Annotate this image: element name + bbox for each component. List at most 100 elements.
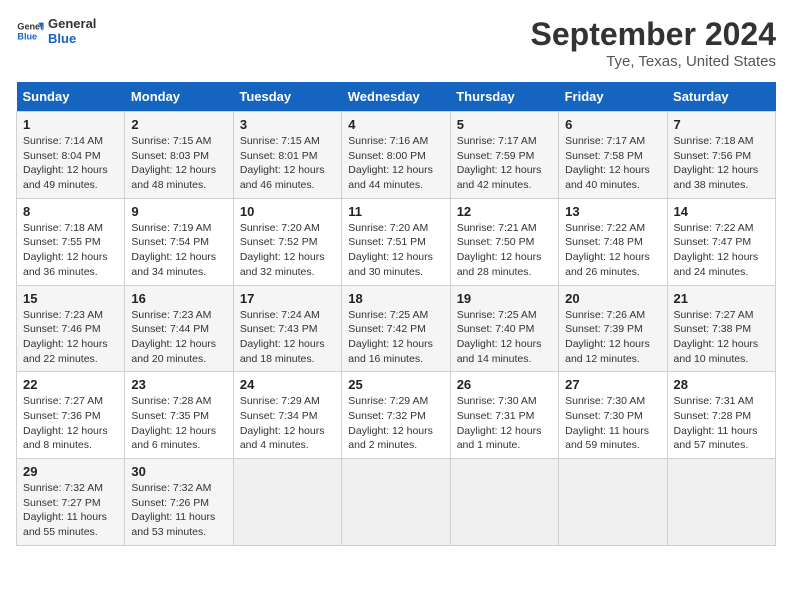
day-info: Sunrise: 7:20 AM Sunset: 7:51 PM Dayligh… bbox=[348, 221, 443, 280]
day-number: 26 bbox=[457, 377, 552, 392]
day-info: Sunrise: 7:20 AM Sunset: 7:52 PM Dayligh… bbox=[240, 221, 335, 280]
table-row: 7 Sunrise: 7:18 AM Sunset: 7:56 PM Daylig… bbox=[667, 112, 775, 199]
day-number: 3 bbox=[240, 117, 335, 132]
month-title: September 2024 bbox=[531, 16, 776, 53]
day-info: Sunrise: 7:25 AM Sunset: 7:42 PM Dayligh… bbox=[348, 308, 443, 367]
day-number: 25 bbox=[348, 377, 443, 392]
table-row: 17 Sunrise: 7:24 AM Sunset: 7:43 PM Dayli… bbox=[233, 285, 341, 372]
title-block: September 2024 Tye, Texas, United States bbox=[531, 16, 776, 70]
day-number: 2 bbox=[131, 117, 226, 132]
day-info: Sunrise: 7:25 AM Sunset: 7:40 PM Dayligh… bbox=[457, 308, 552, 367]
table-row: 15 Sunrise: 7:23 AM Sunset: 7:46 PM Dayli… bbox=[17, 285, 125, 372]
day-number: 20 bbox=[565, 291, 660, 306]
day-info: Sunrise: 7:23 AM Sunset: 7:46 PM Dayligh… bbox=[23, 308, 118, 367]
table-row: 30 Sunrise: 7:32 AM Sunset: 7:26 PM Dayli… bbox=[125, 459, 233, 546]
day-number: 30 bbox=[131, 464, 226, 479]
header-monday: Monday bbox=[125, 82, 233, 112]
day-info: Sunrise: 7:15 AM Sunset: 8:01 PM Dayligh… bbox=[240, 134, 335, 193]
header-friday: Friday bbox=[559, 82, 667, 112]
day-number: 13 bbox=[565, 204, 660, 219]
day-info: Sunrise: 7:27 AM Sunset: 7:38 PM Dayligh… bbox=[674, 308, 769, 367]
table-row: 22 Sunrise: 7:27 AM Sunset: 7:36 PM Dayli… bbox=[17, 372, 125, 459]
table-row: 21 Sunrise: 7:27 AM Sunset: 7:38 PM Dayli… bbox=[667, 285, 775, 372]
table-row: 26 Sunrise: 7:30 AM Sunset: 7:31 PM Dayli… bbox=[450, 372, 558, 459]
day-number: 10 bbox=[240, 204, 335, 219]
day-number: 8 bbox=[23, 204, 118, 219]
calendar-week-1: 1 Sunrise: 7:14 AM Sunset: 8:04 PM Daylig… bbox=[17, 112, 776, 199]
day-info: Sunrise: 7:23 AM Sunset: 7:44 PM Dayligh… bbox=[131, 308, 226, 367]
day-number: 6 bbox=[565, 117, 660, 132]
table-row: 6 Sunrise: 7:17 AM Sunset: 7:58 PM Daylig… bbox=[559, 112, 667, 199]
table-row: 2 Sunrise: 7:15 AM Sunset: 8:03 PM Daylig… bbox=[125, 112, 233, 199]
table-row bbox=[233, 459, 341, 546]
day-number: 23 bbox=[131, 377, 226, 392]
day-info: Sunrise: 7:29 AM Sunset: 7:32 PM Dayligh… bbox=[348, 394, 443, 453]
day-number: 17 bbox=[240, 291, 335, 306]
header-sunday: Sunday bbox=[17, 82, 125, 112]
table-row bbox=[667, 459, 775, 546]
day-number: 16 bbox=[131, 291, 226, 306]
day-number: 21 bbox=[674, 291, 769, 306]
day-info: Sunrise: 7:22 AM Sunset: 7:47 PM Dayligh… bbox=[674, 221, 769, 280]
day-number: 7 bbox=[674, 117, 769, 132]
day-info: Sunrise: 7:32 AM Sunset: 7:27 PM Dayligh… bbox=[23, 481, 118, 540]
day-info: Sunrise: 7:32 AM Sunset: 7:26 PM Dayligh… bbox=[131, 481, 226, 540]
page-header: General Blue General Blue September 2024… bbox=[16, 16, 776, 70]
table-row: 18Sunrise: 7:25 AM Sunset: 7:42 PM Dayli… bbox=[342, 285, 450, 372]
day-number: 1 bbox=[23, 117, 118, 132]
table-row: 19 Sunrise: 7:25 AM Sunset: 7:40 PM Dayli… bbox=[450, 285, 558, 372]
day-number: 22 bbox=[23, 377, 118, 392]
header-wednesday: Wednesday bbox=[342, 82, 450, 112]
table-row: 16 Sunrise: 7:23 AM Sunset: 7:44 PM Dayli… bbox=[125, 285, 233, 372]
day-number: 19 bbox=[457, 291, 552, 306]
table-row: 20 Sunrise: 7:26 AM Sunset: 7:39 PM Dayli… bbox=[559, 285, 667, 372]
day-info: Sunrise: 7:14 AM Sunset: 8:04 PM Dayligh… bbox=[23, 134, 118, 193]
day-info: Sunrise: 7:30 AM Sunset: 7:31 PM Dayligh… bbox=[457, 394, 552, 453]
table-row: 8Sunrise: 7:18 AM Sunset: 7:55 PM Daylig… bbox=[17, 198, 125, 285]
calendar-week-3: 15 Sunrise: 7:23 AM Sunset: 7:46 PM Dayli… bbox=[17, 285, 776, 372]
day-number: 4 bbox=[348, 117, 443, 132]
calendar-week-5: 29 Sunrise: 7:32 AM Sunset: 7:27 PM Dayli… bbox=[17, 459, 776, 546]
day-info: Sunrise: 7:16 AM Sunset: 8:00 PM Dayligh… bbox=[348, 134, 443, 193]
logo-text-general: General bbox=[48, 16, 96, 31]
calendar-header: Sunday Monday Tuesday Wednesday Thursday… bbox=[17, 82, 776, 112]
table-row bbox=[559, 459, 667, 546]
table-row: 5 Sunrise: 7:17 AM Sunset: 7:59 PM Daylig… bbox=[450, 112, 558, 199]
table-row: 28Sunrise: 7:31 AM Sunset: 7:28 PM Dayli… bbox=[667, 372, 775, 459]
day-info: Sunrise: 7:18 AM Sunset: 7:56 PM Dayligh… bbox=[674, 134, 769, 193]
calendar-week-2: 8Sunrise: 7:18 AM Sunset: 7:55 PM Daylig… bbox=[17, 198, 776, 285]
day-number: 5 bbox=[457, 117, 552, 132]
table-row bbox=[342, 459, 450, 546]
day-info: Sunrise: 7:26 AM Sunset: 7:39 PM Dayligh… bbox=[565, 308, 660, 367]
table-row: 29 Sunrise: 7:32 AM Sunset: 7:27 PM Dayli… bbox=[17, 459, 125, 546]
day-info: Sunrise: 7:17 AM Sunset: 7:59 PM Dayligh… bbox=[457, 134, 552, 193]
day-info: Sunrise: 7:29 AM Sunset: 7:34 PM Dayligh… bbox=[240, 394, 335, 453]
day-info: Sunrise: 7:30 AM Sunset: 7:30 PM Dayligh… bbox=[565, 394, 660, 453]
calendar-week-4: 22 Sunrise: 7:27 AM Sunset: 7:36 PM Dayli… bbox=[17, 372, 776, 459]
day-info: Sunrise: 7:24 AM Sunset: 7:43 PM Dayligh… bbox=[240, 308, 335, 367]
day-info: Sunrise: 7:19 AM Sunset: 7:54 PM Dayligh… bbox=[131, 221, 226, 280]
header-row: Sunday Monday Tuesday Wednesday Thursday… bbox=[17, 82, 776, 112]
day-number: 14 bbox=[674, 204, 769, 219]
header-saturday: Saturday bbox=[667, 82, 775, 112]
day-number: 11 bbox=[348, 204, 443, 219]
header-tuesday: Tuesday bbox=[233, 82, 341, 112]
day-info: Sunrise: 7:21 AM Sunset: 7:50 PM Dayligh… bbox=[457, 221, 552, 280]
calendar-body: 1 Sunrise: 7:14 AM Sunset: 8:04 PM Daylig… bbox=[17, 112, 776, 546]
day-info: Sunrise: 7:27 AM Sunset: 7:36 PM Dayligh… bbox=[23, 394, 118, 453]
table-row: 27 Sunrise: 7:30 AM Sunset: 7:30 PM Dayli… bbox=[559, 372, 667, 459]
day-info: Sunrise: 7:17 AM Sunset: 7:58 PM Dayligh… bbox=[565, 134, 660, 193]
day-number: 27 bbox=[565, 377, 660, 392]
table-row: 11 Sunrise: 7:20 AM Sunset: 7:51 PM Dayli… bbox=[342, 198, 450, 285]
day-info: Sunrise: 7:22 AM Sunset: 7:48 PM Dayligh… bbox=[565, 221, 660, 280]
table-row: 23 Sunrise: 7:28 AM Sunset: 7:35 PM Dayli… bbox=[125, 372, 233, 459]
day-info: Sunrise: 7:15 AM Sunset: 8:03 PM Dayligh… bbox=[131, 134, 226, 193]
day-number: 9 bbox=[131, 204, 226, 219]
table-row: 4 Sunrise: 7:16 AM Sunset: 8:00 PM Daylig… bbox=[342, 112, 450, 199]
day-number: 28 bbox=[674, 377, 769, 392]
header-thursday: Thursday bbox=[450, 82, 558, 112]
day-info: Sunrise: 7:28 AM Sunset: 7:35 PM Dayligh… bbox=[131, 394, 226, 453]
day-number: 15 bbox=[23, 291, 118, 306]
calendar-table: Sunday Monday Tuesday Wednesday Thursday… bbox=[16, 82, 776, 546]
day-number: 29 bbox=[23, 464, 118, 479]
